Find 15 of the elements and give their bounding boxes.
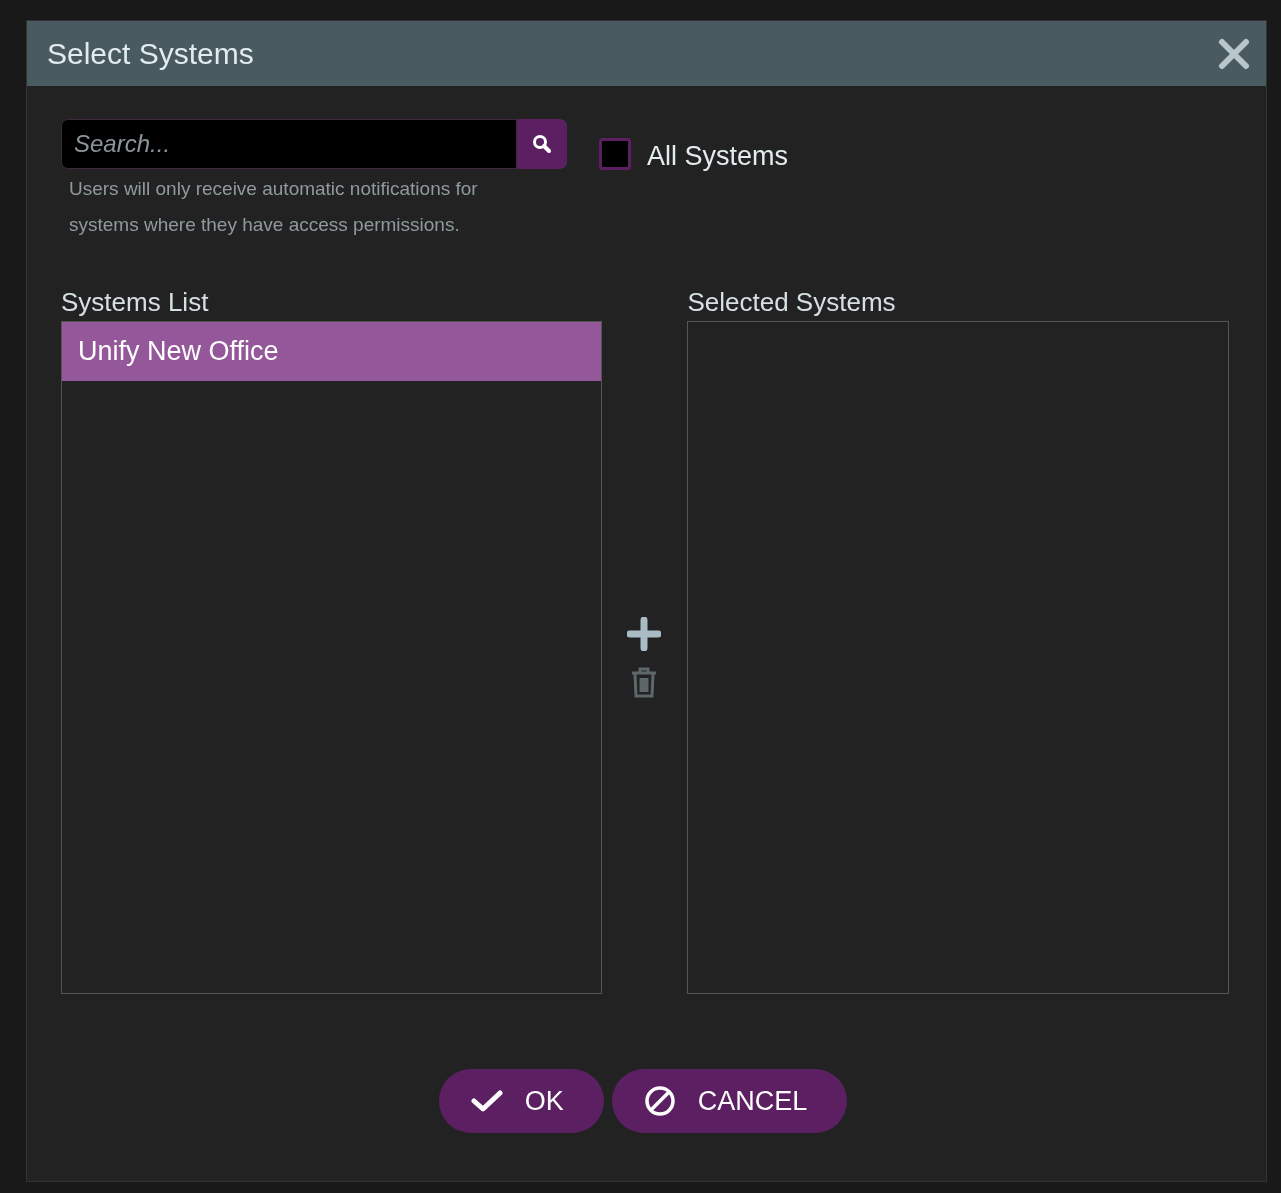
- prohibited-icon: [643, 1085, 676, 1117]
- add-icon[interactable]: [627, 616, 662, 651]
- search-button[interactable]: [517, 119, 567, 169]
- checkbox-label: All Systems: [647, 140, 789, 173]
- dialog-title: Select Systems: [47, 36, 254, 72]
- ok-button[interactable]: OK: [438, 1069, 604, 1133]
- search-field[interactable]: Search...: [61, 119, 517, 169]
- list-heading: Selected Systems: [687, 286, 897, 319]
- checkmark-icon: [470, 1089, 503, 1113]
- list-item[interactable]: Unify New Office: [62, 322, 601, 381]
- hint-text: Users will only receive automatic notifications for systems where they have access permissions.: [68, 177, 479, 237]
- checkbox[interactable]: [599, 138, 631, 170]
- cancel-button[interactable]: CANCEL: [611, 1069, 848, 1133]
- list-heading: Systems List: [61, 286, 210, 319]
- search-icon: [531, 133, 553, 155]
